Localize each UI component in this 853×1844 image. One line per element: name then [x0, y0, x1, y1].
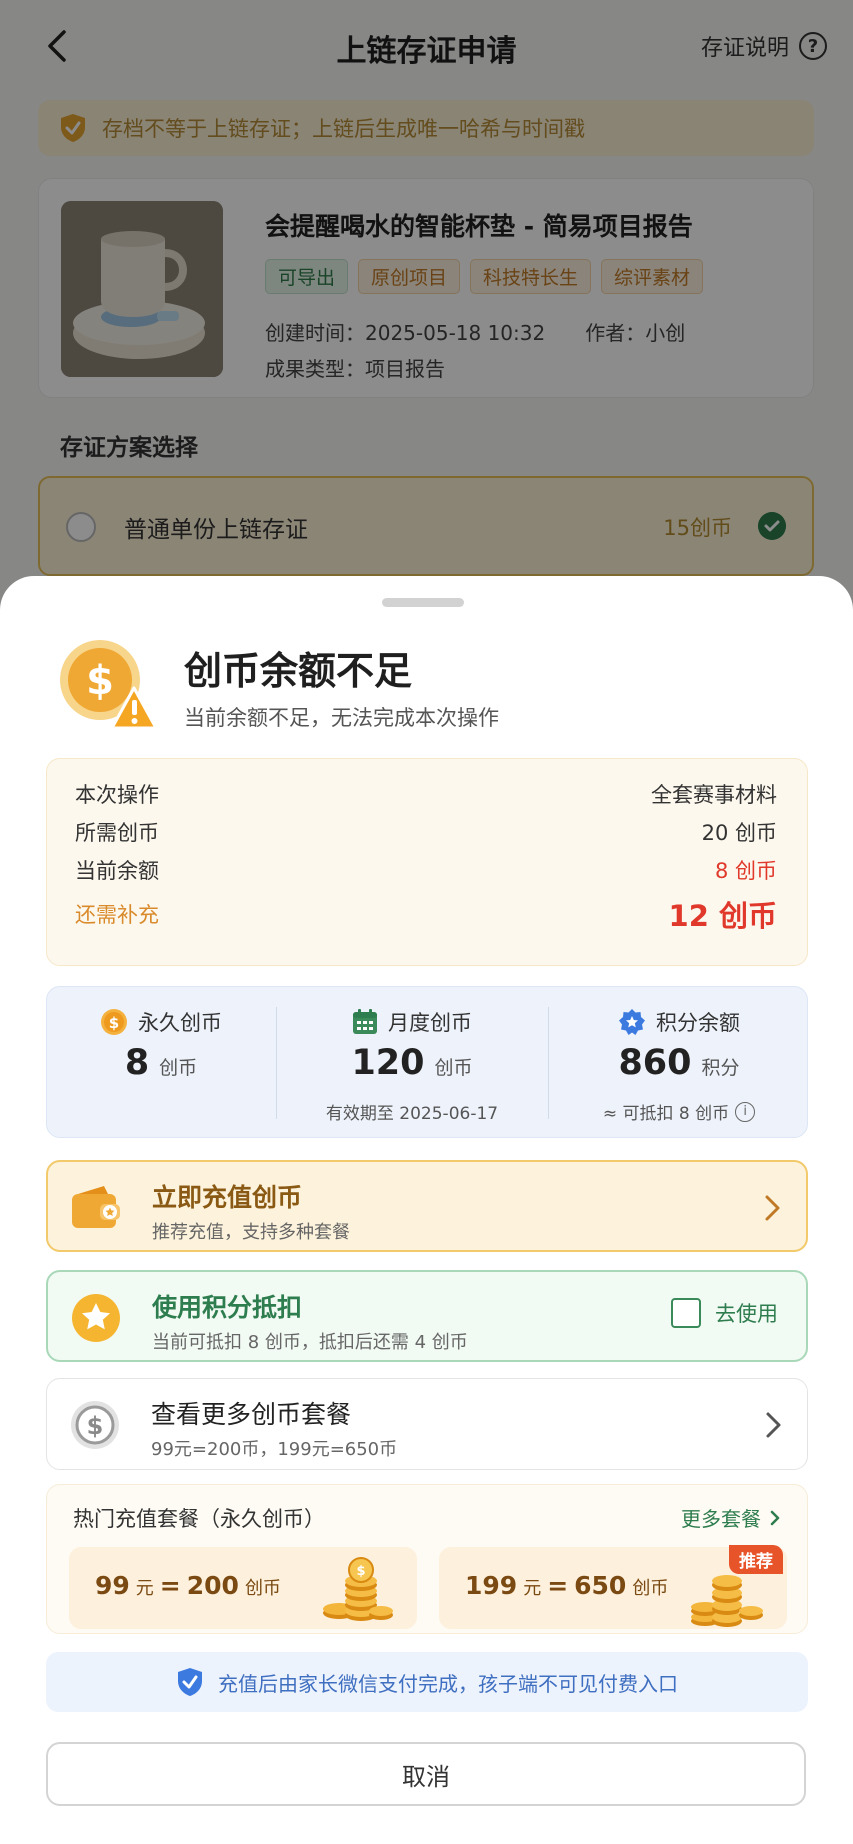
wallet-amount: 120	[351, 1043, 425, 1083]
wallet-unit: 积分	[701, 1057, 740, 1079]
wallet-label: 永久创币	[138, 1011, 222, 1035]
detail-row-operation: 本次操作 全套赛事材料	[75, 779, 777, 809]
points-note-text: ≈ 可抵扣 8 创币	[602, 1104, 730, 1124]
wallet-monthly: 月度创币 120 创币 有效期至 2025-06-17	[277, 987, 547, 1139]
svg-text:$: $	[109, 1014, 119, 1032]
use-points-checkbox[interactable]	[671, 1298, 701, 1328]
package-coins: 200	[186, 1571, 239, 1600]
option-subtitle: 99元=200币，199元=650币	[151, 1439, 398, 1460]
sheet-subtitle: 当前余额不足，无法完成本次操作	[184, 706, 499, 730]
detail-value: 8 创币	[714, 859, 777, 883]
shortfall-value: 12 创币	[668, 899, 777, 933]
use-points-option[interactable]: 使用积分抵扣 当前可抵扣 8 创币，抵扣后还需 4 创币 去使用	[46, 1270, 808, 1362]
option-subtitle: 推荐充值，支持多种套餐	[152, 1222, 350, 1243]
detail-key: 本次操作	[75, 783, 159, 807]
use-points-label: 去使用	[715, 1302, 778, 1326]
package-yuan: 元	[523, 1578, 542, 1599]
package-equals: =	[159, 1571, 181, 1600]
svg-text:$: $	[356, 1564, 365, 1579]
sheet-title: 创币余额不足	[184, 649, 413, 693]
shield-check-icon	[178, 1668, 202, 1696]
detail-row-balance: 当前余额 8 创币	[75, 855, 777, 885]
chevron-right-icon	[766, 1412, 781, 1438]
more-packages-label: 更多套餐	[681, 1507, 761, 1531]
insufficient-balance-sheet: $ 创币余额不足 当前余额不足，无法完成本次操作 本次操作 全套赛事材料 所需创…	[0, 576, 853, 1844]
chevron-right-icon	[765, 1195, 780, 1221]
use-points-toggle[interactable]: 去使用	[671, 1298, 778, 1328]
star-badge-icon	[619, 1009, 645, 1035]
wallet-points: 积分余额 860 积分 ≈ 可抵扣 8 创币 i	[549, 987, 809, 1139]
wallet-permanent: $ 永久创币 8 创币	[47, 987, 275, 1139]
points-deduct-note: ≈ 可抵扣 8 创币 i	[549, 1099, 809, 1124]
chevron-right-icon	[770, 1510, 780, 1525]
option-title: 使用积分抵扣	[152, 1293, 303, 1322]
detail-row-shortfall: 还需补充 12 创币	[75, 893, 777, 935]
wallet-label: 积分余额	[656, 1011, 740, 1035]
detail-value: 全套赛事材料	[651, 783, 777, 807]
package-card-199[interactable]: 199 元 = 650 创币 推荐	[439, 1545, 787, 1629]
wallet-amount: 860	[618, 1043, 692, 1083]
package-unit: 创币	[244, 1578, 281, 1599]
hot-packages-section: 热门充值套餐（永久创币） 更多套餐 99 元 = 200 创币 $ 199 元 …	[46, 1484, 808, 1634]
parent-payment-tip: 充值后由家长微信支付完成，孩子端不可见付费入口	[46, 1652, 808, 1712]
recharge-now-button[interactable]: 立即充值创币 推荐充值，支持多种套餐	[46, 1160, 808, 1252]
package-unit: 创币	[632, 1578, 669, 1599]
info-icon[interactable]: i	[735, 1101, 756, 1122]
coin-icon: $	[101, 1009, 127, 1035]
wallet-summary: $ 永久创币 8 创币 月度创币 120 创币 有效期至 2025-06-17 …	[46, 986, 808, 1138]
package-price: 199	[465, 1571, 518, 1600]
wallet-unit: 创币	[159, 1057, 198, 1079]
svg-text:$: $	[86, 658, 114, 704]
package-equals: =	[547, 1571, 569, 1600]
dollar-coin-icon: $	[71, 1401, 119, 1449]
detail-key: 当前余额	[75, 859, 159, 883]
option-title: 立即充值创币	[152, 1183, 303, 1212]
more-packages-link[interactable]: 更多套餐	[681, 1503, 781, 1532]
detail-value: 20 创币	[701, 821, 777, 845]
tip-text: 充值后由家长微信支付完成，孩子端不可见付费入口	[218, 1671, 678, 1696]
package-yuan: 元	[135, 1578, 154, 1599]
monthly-expiry: 有效期至 2025-06-17	[325, 1104, 499, 1124]
coin-stack-icon	[691, 1575, 763, 1627]
option-subtitle: 当前可抵扣 8 创币，抵扣后还需 4 创币	[152, 1332, 468, 1353]
coin-warning-icon: $	[60, 640, 158, 730]
detail-key: 所需创币	[75, 821, 159, 845]
package-price: 99	[95, 1571, 130, 1600]
wallet-amount: 8	[124, 1043, 150, 1083]
svg-text:$: $	[87, 1412, 104, 1440]
coin-stack-icon: $	[323, 1557, 393, 1621]
detail-key: 还需补充	[75, 903, 159, 927]
option-title: 查看更多创币套餐	[151, 1400, 352, 1429]
more-packages-option[interactable]: $ 查看更多创币套餐 99元=200币，199元=650币	[46, 1378, 808, 1470]
star-coin-icon	[72, 1294, 120, 1342]
wallet-unit: 创币	[434, 1057, 473, 1079]
package-card-99[interactable]: 99 元 = 200 创币 $	[69, 1547, 417, 1629]
operation-details: 本次操作 全套赛事材料 所需创币 20 创币 当前余额 8 创币 还需补充 12…	[46, 758, 808, 966]
cancel-button[interactable]: 取消	[46, 1742, 806, 1806]
hot-packages-title: 热门充值套餐（永久创币）	[73, 1507, 325, 1531]
wallet-icon	[72, 1186, 120, 1228]
drag-handle[interactable]	[382, 598, 464, 607]
wallet-label: 月度创币	[388, 1011, 472, 1035]
package-coins: 650	[574, 1571, 627, 1600]
detail-row-required: 所需创币 20 创币	[75, 817, 777, 847]
calendar-icon	[353, 1009, 377, 1034]
